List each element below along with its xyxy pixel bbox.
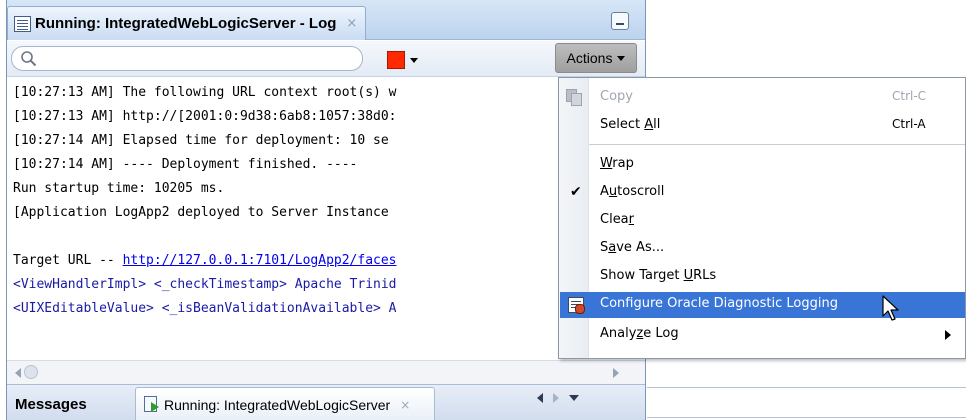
actions-menu-button[interactable]: Actions <box>555 43 637 73</box>
submenu-arrow-icon <box>945 330 951 340</box>
chevron-down-icon <box>410 57 418 63</box>
search-input[interactable] <box>42 49 352 68</box>
log-document-icon <box>14 15 31 32</box>
tab-list-dropdown-icon[interactable] <box>569 395 579 401</box>
menu-item-analyze-log[interactable]: Analyze Log <box>560 322 965 348</box>
scrollbar-thumb[interactable] <box>24 365 38 379</box>
run-icon <box>144 396 161 413</box>
menu-item-select-all[interactable]: Select All Ctrl-A <box>560 113 965 139</box>
menu-item-label: Analyze Log <box>600 326 679 341</box>
target-url-prefix: Target URL -- <box>13 253 123 268</box>
menu-item-label: Save As... <box>600 240 665 255</box>
menu-item-label: Show Target URLs <box>600 268 717 283</box>
log-output[interactable]: [10:27:13 AM] The following URL context … <box>7 78 645 360</box>
log-title-tab[interactable]: Running: IntegratedWebLogicServer - Log … <box>7 6 367 40</box>
target-url-link[interactable]: http://127.0.0.1:7101/LogApp2/faces <box>123 253 397 268</box>
menu-item-configure-logging[interactable]: Configure Oracle Diagnostic Logging <box>560 292 965 318</box>
color-swatch <box>387 51 405 69</box>
check-icon: ✔ <box>570 184 582 200</box>
log-line: [10:27:13 AM] The following URL context … <box>13 85 397 100</box>
log-line: Run startup time: 10205 ms. <box>13 181 225 196</box>
close-icon[interactable]: × <box>400 398 410 412</box>
menu-item-label: Wrap <box>600 156 634 171</box>
log-line: <ViewHandlerImpl> <_checkTimestamp> Apac… <box>13 277 397 292</box>
menu-item-label: Select All <box>600 117 661 132</box>
copy-icon <box>566 89 584 107</box>
actions-label: Actions <box>566 50 613 66</box>
log-line: [10:27:14 AM] Elapsed time for deploymen… <box>13 133 389 148</box>
log-title-bar: Running: IntegratedWebLogicServer - Log … <box>7 0 645 40</box>
log-line: <UIXEditableValue> <_isBeanValidationAva… <box>13 301 397 316</box>
chevron-down-icon <box>617 55 626 61</box>
log-toolbar <box>7 41 645 77</box>
mouse-pointer-icon <box>882 295 899 321</box>
menu-item-save-as[interactable]: Save As... <box>560 236 965 262</box>
ide-window: Running: IntegratedWebLogicServer - Log … <box>0 0 966 420</box>
menu-item-shortcut: Ctrl-A <box>892 117 926 131</box>
tab-navigation <box>537 393 579 403</box>
menu-item-label: Configure Oracle Diagnostic Logging <box>600 296 838 311</box>
menu-item-show-target-urls[interactable]: Show Target URLs <box>560 264 965 290</box>
menu-item-label: Autoscroll <box>600 184 665 199</box>
menu-separator <box>589 144 965 145</box>
divider <box>647 417 966 418</box>
search-box[interactable] <box>11 46 363 71</box>
menu-item-shortcut: Ctrl-C <box>892 89 927 103</box>
menu-item-copy[interactable]: Copy Ctrl-C <box>560 85 965 111</box>
log-line: [Application LogApp2 deployed to Server … <box>13 205 389 220</box>
menu-item-autoscroll[interactable]: ✔ Autoscroll <box>560 180 965 206</box>
logging-config-icon <box>568 297 585 314</box>
color-filter-dropdown[interactable] <box>387 50 421 70</box>
menu-item-wrap[interactable]: Wrap <box>560 152 965 178</box>
horizontal-scrollbar[interactable] <box>7 360 645 384</box>
divider <box>647 387 966 388</box>
search-icon <box>21 51 37 67</box>
tab-messages-label: Messages <box>15 395 87 413</box>
minimize-button[interactable] <box>611 12 629 30</box>
tab-running-label: Running: IntegratedWebLogicServer <box>164 396 391 413</box>
actions-dropdown-menu: Copy Ctrl-C Select All Ctrl-A Wrap ✔ Aut… <box>558 77 966 359</box>
menu-item-label: Clear <box>600 212 635 227</box>
menu-item-clear[interactable]: Clear <box>560 208 965 234</box>
scroll-left-icon[interactable] <box>15 368 21 378</box>
log-panel: Running: IntegratedWebLogicServer - Log … <box>6 0 646 420</box>
close-icon[interactable]: × <box>346 16 357 31</box>
scroll-right-icon[interactable] <box>613 368 619 378</box>
tab-scroll-right-icon[interactable] <box>553 393 559 403</box>
bottom-tab-bar: Messages Running: IntegratedWebLogicServ… <box>7 384 645 420</box>
tab-messages[interactable]: Messages <box>7 387 127 420</box>
log-line-target-url: Target URL -- http://127.0.0.1:7101/LogA… <box>13 249 397 273</box>
log-title: Running: IntegratedWebLogicServer - Log <box>35 15 337 32</box>
tab-running-server[interactable]: Running: IntegratedWebLogicServer × <box>135 387 435 420</box>
menu-item-label: Copy <box>600 89 633 104</box>
tab-scroll-left-icon[interactable] <box>537 393 543 403</box>
log-line: [10:27:13 AM] http://[2001:0:9d38:6ab8:1… <box>13 109 397 124</box>
log-line: [10:27:14 AM] ---- Deployment finished. … <box>13 157 358 172</box>
